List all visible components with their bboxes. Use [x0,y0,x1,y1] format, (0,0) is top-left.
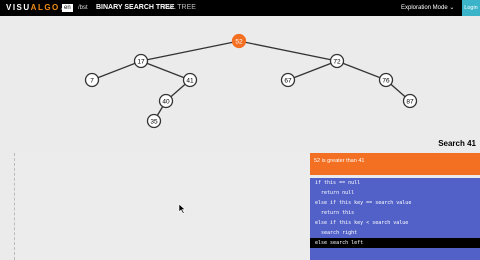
code-line-highlighted: else search left [310,238,480,248]
login-button[interactable]: Login [462,0,480,16]
tree-node-17[interactable]: 17 [133,53,149,69]
edge [336,60,387,81]
svg-text:76: 76 [382,77,390,84]
language-selector[interactable]: en [62,4,73,12]
svg-text:72: 72 [333,58,341,65]
code-line: return this [315,210,355,216]
edge [287,60,338,81]
tree-node-7[interactable]: 7 [84,72,100,88]
top-navigation-bar: VISUALGO.net en /bst BINARY SEARCH TREE … [0,0,480,16]
tree-node-87[interactable]: 87 [402,93,418,109]
code-line: return null [315,190,355,196]
nav-link-avl[interactable]: AVL TREE [163,4,196,12]
bottom-control-panel [14,153,311,260]
edge [140,60,191,81]
tree-edges [91,40,411,122]
edge [238,40,338,62]
svg-text:40: 40 [162,98,170,105]
edge [91,60,142,81]
mode-dropdown[interactable]: Exploration Mode ⌄ [401,4,454,12]
tree-node-67[interactable]: 67 [280,72,296,88]
svg-text:67: 67 [284,77,292,84]
tree-node-72[interactable]: 72 [329,53,345,69]
code-line: if this == null [315,180,361,186]
chevron-down-icon: ⌄ [449,5,455,11]
svg-text:41: 41 [186,77,194,84]
code-line: else if this key < search value [315,220,409,226]
code-line: else if this key == search value [315,200,412,206]
status-message: 52 is greater than 41 [310,153,480,175]
visualgo-logo[interactable]: VISUALGO.net [6,3,66,12]
tree-node-40[interactable]: 40 [158,93,174,109]
svg-text:17: 17 [137,58,145,65]
page-path: /bst [78,5,88,11]
tree-node-52[interactable]: 52 [231,33,247,49]
code-line: search right [315,230,358,236]
mouse-cursor-icon [178,203,186,214]
bst-tree-canvas: 52 17 72 7 41 67 76 40 87 35 [84,33,418,129]
pseudocode-panel: if this == null return null else if this… [310,178,480,260]
edge [140,40,240,62]
svg-text:52: 52 [235,38,243,45]
tree-node-76[interactable]: 76 [378,72,394,88]
status-title: Search 41 [438,139,476,148]
tree-node-35[interactable]: 35 [146,113,162,129]
svg-text:87: 87 [406,98,414,105]
svg-text:7: 7 [90,77,94,84]
tree-node-41[interactable]: 41 [182,72,198,88]
svg-text:35: 35 [150,118,158,125]
